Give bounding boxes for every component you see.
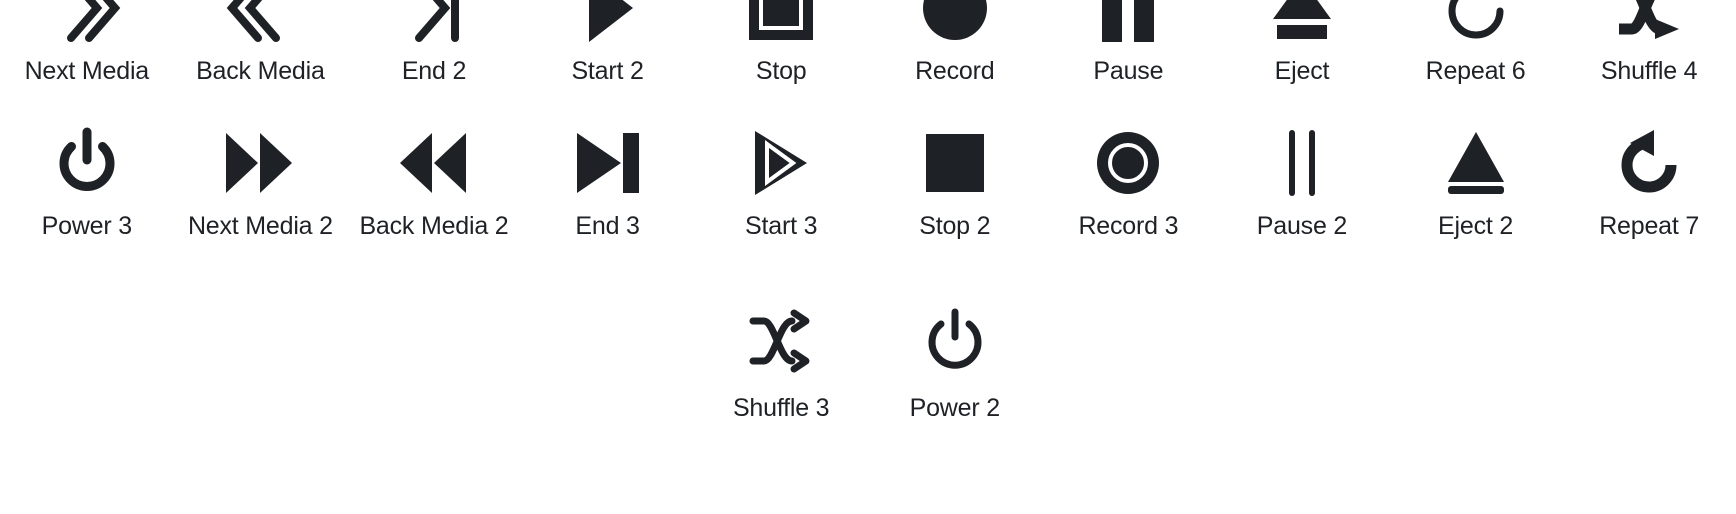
icon-label: Stop 2 — [919, 212, 991, 240]
icon-label: Back Media — [196, 57, 325, 85]
back-media-chevron-double-left-icon — [224, 0, 296, 44]
icon-cell-eject-2[interactable]: Eject 2 — [1389, 118, 1563, 290]
icon-label: Repeat 6 — [1425, 57, 1526, 85]
start-triangle-outline-inset-icon — [745, 127, 817, 199]
icon-label: Shuffle 4 — [1600, 57, 1698, 85]
end-triangle-bar-icon — [572, 127, 644, 199]
next-media-double-triangle-icon — [224, 127, 296, 199]
icon-grid: Next Media Back Media End 2 Start 2 Stop… — [0, 0, 1736, 514]
icon-label: End 3 — [575, 212, 640, 240]
record-circle-ring-inset-icon — [1092, 127, 1164, 199]
icon-label: Back Media 2 — [359, 212, 509, 240]
repeat-counterclockwise-arrow-bold-icon — [1613, 127, 1685, 199]
icon-label: Start 2 — [571, 57, 644, 85]
icon-label: End 2 — [401, 57, 467, 85]
icon-cell-end-2[interactable]: End 2 — [347, 0, 521, 118]
icon-cell-repeat-6[interactable]: Repeat 6 — [1389, 0, 1563, 118]
icon-cell-start-2[interactable]: Start 2 — [521, 0, 695, 118]
icon-cell-back-media[interactable]: Back Media — [174, 0, 348, 118]
eject-tall-triangle-thin-bar-icon — [1440, 127, 1512, 199]
power-symbol-thin-icon — [919, 305, 991, 377]
end-chevron-right-bar-icon — [398, 0, 470, 44]
icon-cell-shuffle-3[interactable]: Shuffle 3 — [694, 290, 868, 514]
stop-square-outline-inset-icon — [745, 0, 817, 44]
stop-filled-square-icon — [919, 127, 991, 199]
icon-cell-stop[interactable]: Stop — [694, 0, 868, 118]
icon-label: Eject — [1274, 57, 1330, 85]
icon-cell-power-2[interactable]: Power 2 — [868, 290, 1042, 514]
repeat-counterclockwise-arrow-thin-icon — [1440, 0, 1512, 44]
icon-cell-start-3[interactable]: Start 3 — [694, 118, 868, 290]
icon-cell-record-3[interactable]: Record 3 — [1042, 118, 1216, 290]
icon-label: Stop — [755, 57, 807, 85]
icon-row-1: Next Media Back Media End 2 Start 2 Stop… — [0, 0, 1736, 118]
next-media-chevron-double-right-icon — [51, 0, 123, 44]
pause-two-bars-icon — [1092, 0, 1164, 44]
icon-cell-repeat-7[interactable]: Repeat 7 — [1562, 118, 1736, 290]
icon-cell-pause-2[interactable]: Pause 2 — [1215, 118, 1389, 290]
icon-label: Pause — [1093, 57, 1164, 85]
start-play-triangle-icon — [572, 0, 644, 44]
eject-triangle-bar-icon — [1266, 0, 1338, 44]
icon-cell-record[interactable]: Record — [868, 0, 1042, 118]
icon-row-2: Power 3 Next Media 2 Back Media 2 End 3 … — [0, 118, 1736, 290]
empty-cell — [521, 290, 695, 514]
shuffle-crossed-arrows-bold-icon — [1613, 0, 1685, 44]
icon-cell-back-media-2[interactable]: Back Media 2 — [347, 118, 521, 290]
icon-label: Eject 2 — [1438, 212, 1514, 240]
icon-row-3: Shuffle 3 Power 2 — [0, 290, 1736, 514]
icon-cell-end-3[interactable]: End 3 — [521, 118, 695, 290]
icon-label: Power 2 — [909, 394, 1001, 422]
icon-label: Repeat 7 — [1599, 212, 1700, 240]
icon-label: Next Media — [24, 57, 150, 85]
empty-cell — [0, 290, 174, 514]
power-symbol-thick-icon — [51, 127, 123, 199]
icon-label: Power 3 — [41, 212, 133, 240]
icon-cell-next-media-2[interactable]: Next Media 2 — [174, 118, 348, 290]
shuffle-crossed-arrows-thin-icon — [745, 305, 817, 377]
icon-label: Shuffle 3 — [732, 394, 830, 422]
icon-cell-shuffle-4[interactable]: Shuffle 4 — [1562, 0, 1736, 118]
icon-label: Pause 2 — [1256, 212, 1348, 240]
empty-cell — [347, 290, 521, 514]
empty-cell — [174, 290, 348, 514]
icon-cell-eject[interactable]: Eject — [1215, 0, 1389, 118]
icon-label: Record — [915, 57, 995, 85]
icon-label: Start 3 — [745, 212, 818, 240]
record-filled-circle-icon — [919, 0, 991, 44]
back-media-double-triangle-icon — [398, 127, 470, 199]
pause-two-thin-lines-icon — [1266, 127, 1338, 199]
icon-cell-power-3[interactable]: Power 3 — [0, 118, 174, 290]
icon-cell-pause[interactable]: Pause — [1042, 0, 1216, 118]
icon-cell-stop-2[interactable]: Stop 2 — [868, 118, 1042, 290]
icon-label: Record 3 — [1078, 212, 1179, 240]
icon-label: Next Media 2 — [187, 212, 333, 240]
icon-cell-next-media[interactable]: Next Media — [0, 0, 174, 118]
